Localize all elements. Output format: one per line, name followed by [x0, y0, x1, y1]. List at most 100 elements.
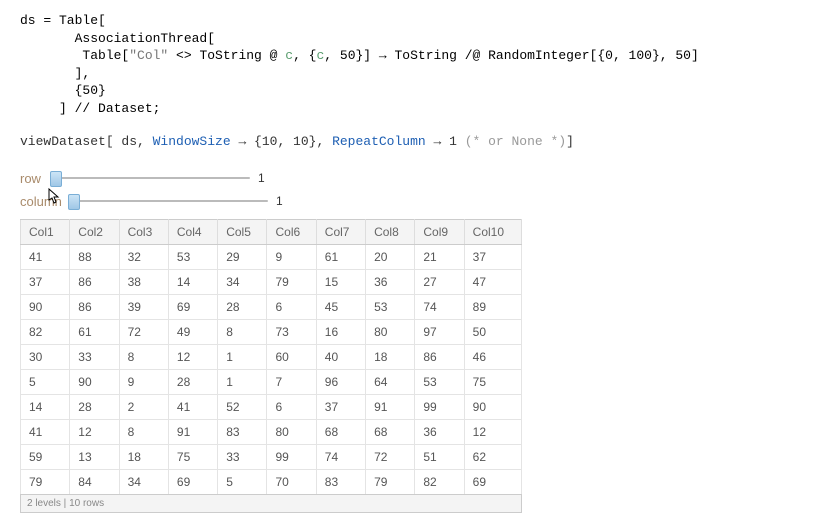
table-cell: 28	[218, 294, 267, 319]
table-cell: 99	[415, 394, 464, 419]
table-cell: 33	[70, 344, 119, 369]
table-row: 37863814347915362747	[21, 269, 522, 294]
table-cell: 88	[70, 244, 119, 269]
table-cell: 82	[21, 319, 70, 344]
column-header: Col5	[218, 219, 267, 244]
table-cell: 80	[366, 319, 415, 344]
table-cell: 90	[21, 294, 70, 319]
column-header: Col8	[366, 219, 415, 244]
table-cell: 14	[168, 269, 217, 294]
table-row: 7984346957083798269	[21, 469, 522, 494]
table-cell: 16	[316, 319, 365, 344]
table-cell: 37	[464, 244, 521, 269]
table-cell: 61	[316, 244, 365, 269]
table-cell: 5	[21, 369, 70, 394]
table-cell: 86	[70, 294, 119, 319]
column-header: Col2	[70, 219, 119, 244]
table-cell: 52	[218, 394, 267, 419]
row-slider[interactable]	[50, 171, 250, 185]
column-slider[interactable]	[68, 194, 268, 208]
table-cell: 34	[218, 269, 267, 294]
table-cell: 70	[267, 469, 316, 494]
table-cell: 53	[366, 294, 415, 319]
table-cell: 18	[119, 444, 168, 469]
table-cell: 9	[267, 244, 316, 269]
row-slider-thumb[interactable]	[50, 171, 62, 187]
table-cell: 86	[70, 269, 119, 294]
table-cell: 36	[366, 269, 415, 294]
table-cell: 47	[464, 269, 521, 294]
column-header: Col1	[21, 219, 70, 244]
table-cell: 13	[70, 444, 119, 469]
dataset-table: Col1Col2Col3Col4Col5Col6Col7Col8Col9Col1…	[20, 219, 522, 495]
table-cell: 83	[218, 419, 267, 444]
table-row: 5909281796645375	[21, 369, 522, 394]
code-definition: ds = Table[ AssociationThread[ Table["Co…	[0, 8, 813, 121]
table-cell: 68	[366, 419, 415, 444]
table-cell: 1	[218, 369, 267, 394]
table-cell: 91	[366, 394, 415, 419]
table-cell: 32	[119, 244, 168, 269]
table-row: 59131875339974725162	[21, 444, 522, 469]
table-cell: 50	[464, 319, 521, 344]
table-cell: 30	[21, 344, 70, 369]
table-row: 8261724987316809750	[21, 319, 522, 344]
column-slider-value: 1	[276, 194, 283, 208]
table-cell: 29	[218, 244, 267, 269]
table-cell: 34	[119, 469, 168, 494]
table-cell: 21	[415, 244, 464, 269]
table-cell: 6	[267, 294, 316, 319]
table-cell: 62	[464, 444, 521, 469]
table-cell: 2	[119, 394, 168, 419]
table-cell: 72	[366, 444, 415, 469]
table-cell: 1	[218, 344, 267, 369]
table-cell: 69	[168, 294, 217, 319]
table-cell: 5	[218, 469, 267, 494]
row-slider-label: row	[20, 171, 46, 186]
table-cell: 46	[464, 344, 521, 369]
table-cell: 8	[218, 319, 267, 344]
table-cell: 33	[218, 444, 267, 469]
table-row: 4188325329961202137	[21, 244, 522, 269]
table-cell: 37	[316, 394, 365, 419]
table-cell: 18	[366, 344, 415, 369]
table-cell: 6	[267, 394, 316, 419]
code-viewdataset: viewDataset[ ds, WindowSize → {10, 10}, …	[0, 129, 813, 155]
table-cell: 73	[267, 319, 316, 344]
table-cell: 90	[464, 394, 521, 419]
table-cell: 12	[70, 419, 119, 444]
table-cell: 75	[168, 444, 217, 469]
table-cell: 74	[415, 294, 464, 319]
table-cell: 69	[168, 469, 217, 494]
table-cell: 51	[415, 444, 464, 469]
cursor-icon	[48, 188, 60, 204]
table-cell: 83	[316, 469, 365, 494]
table-cell: 86	[415, 344, 464, 369]
table-cell: 79	[366, 469, 415, 494]
table-cell: 49	[168, 319, 217, 344]
table-cell: 12	[464, 419, 521, 444]
table-cell: 82	[415, 469, 464, 494]
table-cell: 39	[119, 294, 168, 319]
table-cell: 68	[316, 419, 365, 444]
table-cell: 53	[168, 244, 217, 269]
table-cell: 69	[464, 469, 521, 494]
table-cell: 38	[119, 269, 168, 294]
table-cell: 89	[464, 294, 521, 319]
table-cell: 8	[119, 344, 168, 369]
table-cell: 60	[267, 344, 316, 369]
column-slider-row: column 1	[0, 192, 813, 211]
table-cell: 12	[168, 344, 217, 369]
table-cell: 79	[267, 269, 316, 294]
table-cell: 53	[415, 369, 464, 394]
table-cell: 74	[316, 444, 365, 469]
table-cell: 90	[70, 369, 119, 394]
table-cell: 36	[415, 419, 464, 444]
table-cell: 64	[366, 369, 415, 394]
column-slider-thumb[interactable]	[68, 194, 80, 210]
table-cell: 41	[21, 244, 70, 269]
table-cell: 8	[119, 419, 168, 444]
column-header: Col3	[119, 219, 168, 244]
table-cell: 41	[21, 419, 70, 444]
table-row: 303381216040188646	[21, 344, 522, 369]
